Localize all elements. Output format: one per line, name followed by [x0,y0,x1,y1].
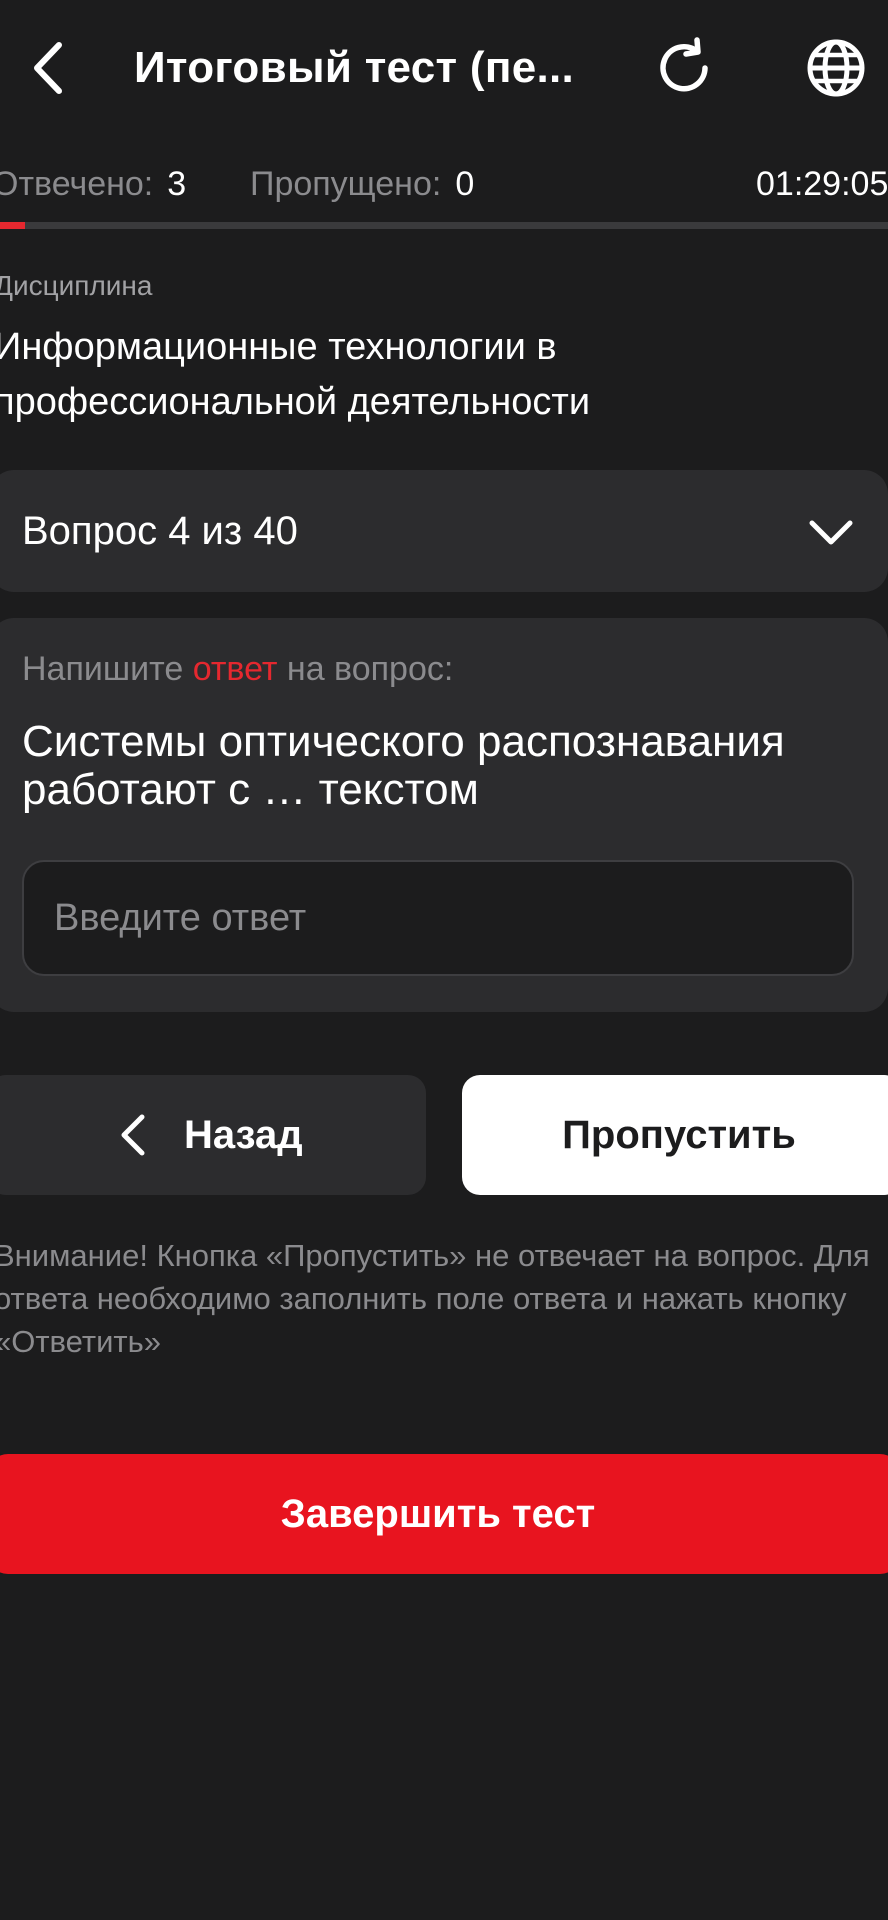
skipped-value: 0 [455,165,475,203]
globe-icon [807,39,865,97]
skipped-label: Пропущено: [250,165,442,203]
refresh-icon [660,37,708,92]
answered-value: 3 [167,165,187,203]
question-number: Вопрос 4 из 40 [22,509,298,553]
question-instruction: Напишите ответ на вопрос: [22,644,453,694]
answered-counter: Отвечено: 3 [0,160,186,208]
question-text: Системы оптического распознавания работа… [22,717,785,814]
discipline-name: Информационные технологии в профессионал… [0,326,591,423]
chevron-down-icon [809,520,853,545]
question-selector-dropdown[interactable]: Вопрос 4 из 40 [0,470,888,592]
back-question-button[interactable]: Назад [0,1075,426,1195]
test-stats: Отвечено: 3 Пропущено: 0 01:29:05 [0,160,888,208]
answered-label: Отвечено: [0,165,154,203]
back-button[interactable] [20,34,76,102]
test-screen: Итоговый тест (пе... Отвечено: 3 Пропущен… [0,0,888,1920]
instruction-text: Напишите [22,650,193,688]
question-card: Напишите ответ на вопрос: Системы оптиче… [0,618,888,1012]
page-title: Итоговый тест (пе... [134,43,575,92]
language-button[interactable] [802,34,870,102]
skip-button[interactable]: Пропустить [462,1075,888,1195]
skip-label: Пропустить [562,1113,796,1157]
refresh-button[interactable] [650,34,718,102]
header: Итоговый тест (пе... [0,0,888,136]
instruction-accent: ответ [192,650,278,688]
progress-bar [0,222,888,229]
finish-test-label: Завершить тест [280,1492,596,1536]
progress-fill [0,222,25,229]
finish-test-button[interactable]: Завершить тест [0,1454,888,1574]
answer-input[interactable] [22,860,854,976]
skipped-counter: Пропущено: 0 [250,160,474,208]
skip-warning-note: Внимание! Кнопка «Пропустить» не отвечае… [0,1238,870,1359]
discipline-label: Дисциплина [0,270,153,301]
instruction-text-end: на вопрос: [277,650,454,688]
chevron-left-icon [34,42,62,94]
back-question-label: Назад [184,1113,303,1157]
chevron-left-icon [121,1114,145,1156]
timer: 01:29:05 [756,165,888,203]
